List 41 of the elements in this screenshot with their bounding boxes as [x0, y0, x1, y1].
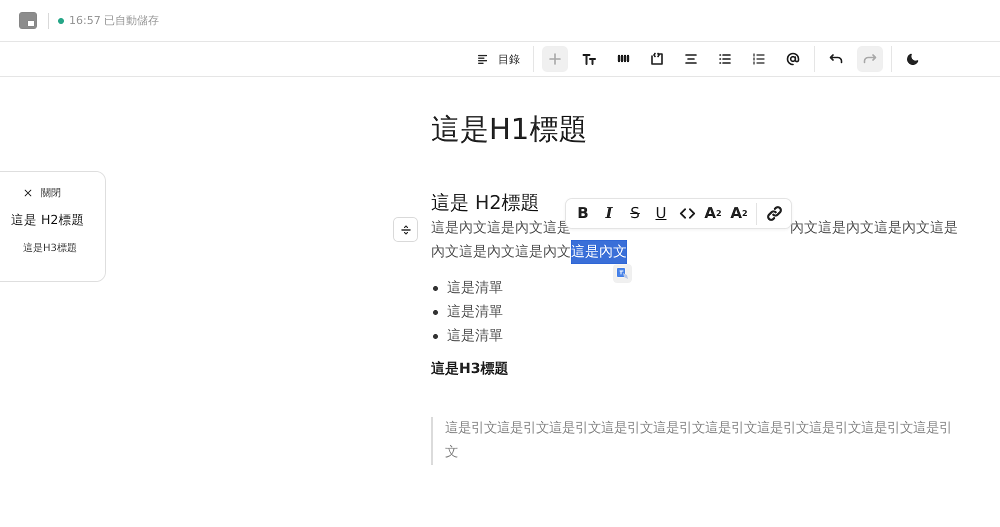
at-sign-icon: [786, 52, 800, 66]
heading-three: 這是H3標題: [431, 360, 510, 379]
bullet-icon: [433, 286, 438, 290]
heading-one: 這是H1標題: [431, 111, 588, 147]
block-menu-button[interactable]: [393, 217, 418, 242]
text-size-icon: [582, 52, 596, 66]
super-button[interactable]: A$^{2}$: [702, 202, 724, 224]
bullet-list-icon: [718, 52, 732, 66]
moon-icon: [906, 52, 920, 66]
table-of-contents-button[interactable]: 目錄: [472, 46, 525, 72]
heading-two: 這是 H2標題: [431, 191, 540, 216]
blockquote: 這是引文這是引文這是引文這是引文這是引文這是引文這是引文這是引文這是引文這是引文: [431, 417, 958, 465]
outline-icon: [477, 53, 489, 65]
link-icon: [766, 205, 782, 222]
redo-icon: [863, 52, 877, 66]
numbered-list-icon: [752, 52, 766, 66]
list-item: 這是清單: [447, 279, 503, 297]
paragraph-text: 內文這是內文這是內文這是: [790, 219, 958, 238]
list-item: 這是清單: [447, 327, 503, 345]
app-logo-icon[interactable]: [19, 12, 37, 29]
selected-text: 這是內文: [571, 240, 627, 264]
italic-button[interactable]: I: [598, 202, 620, 224]
bullet-icon: [433, 310, 438, 314]
bold-button[interactable]: B: [572, 202, 594, 224]
code-block-icon: [650, 52, 664, 66]
divide-icon: [398, 222, 412, 236]
list-item: 這是清單: [447, 303, 503, 321]
align-center-icon: [684, 52, 698, 66]
strike-button[interactable]: S: [624, 202, 646, 224]
paragraph-text: 內文這是內文這是內文: [431, 243, 571, 262]
outline-item[interactable]: 這是 H2標題: [11, 212, 84, 229]
underline-button[interactable]: U: [650, 202, 672, 224]
outline-item[interactable]: 這是H3標題: [23, 241, 77, 255]
bullet-icon: [433, 334, 438, 338]
translate-icon: [616, 266, 630, 280]
undo-icon: [829, 52, 843, 66]
close-button[interactable]: 關閉: [23, 186, 61, 200]
save-status: 16:57 已自動儲存: [69, 13, 160, 28]
close-icon: [23, 188, 33, 198]
plus-icon: [548, 52, 562, 66]
translate-button[interactable]: [613, 264, 632, 283]
